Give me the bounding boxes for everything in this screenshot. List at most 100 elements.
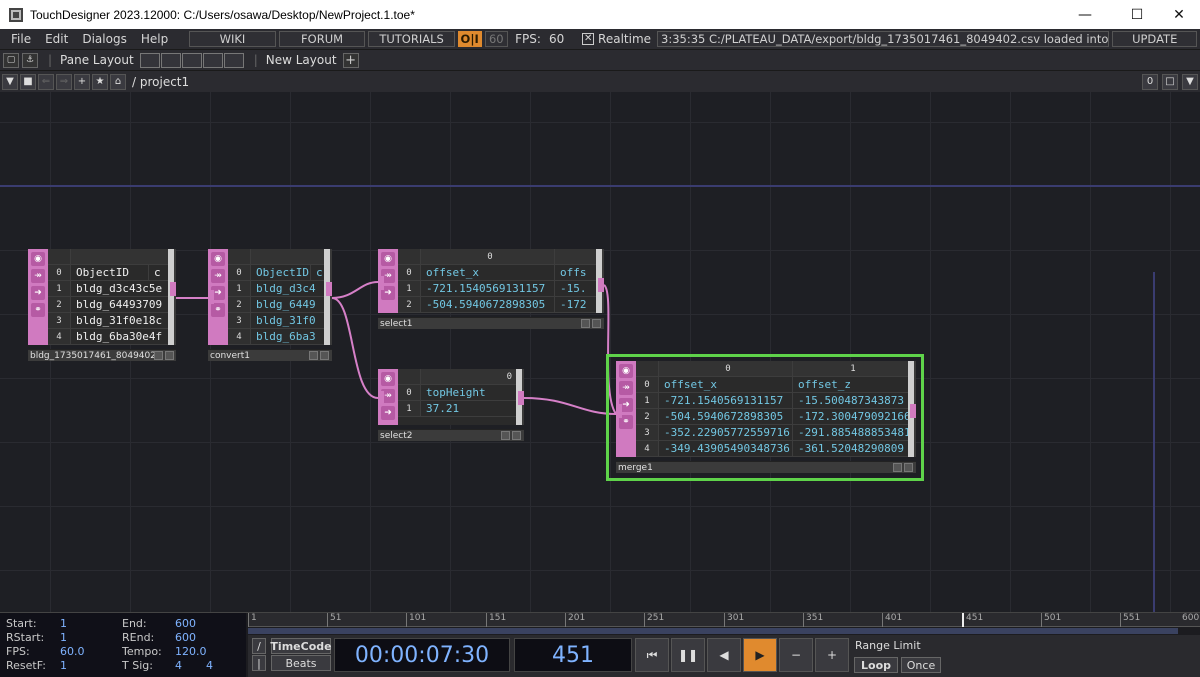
title-bar: TouchDesigner 2023.12000: C:/Users/osawa… — [0, 0, 1200, 29]
table-row: 1 37.21 — [398, 401, 516, 417]
view-icon[interactable]: ◉ — [31, 252, 45, 266]
node-source-label[interactable]: bldg_1735017461_8049402 — [28, 349, 176, 361]
rend-value[interactable]: 600 — [175, 631, 196, 644]
network-editor[interactable]: ◉ ↠ ➜ ⚭ 0 ObjectID c 1 bldg_d3c43c5e 2 bldg_644… — [0, 92, 1200, 612]
view-icon[interactable]: ◉ — [381, 252, 395, 266]
wiki-button[interactable]: WIKI — [189, 31, 276, 47]
bar-icon[interactable]: | — [252, 655, 266, 671]
resetf-value[interactable]: 1 — [60, 659, 67, 672]
plus-icon[interactable]: + — [815, 638, 849, 672]
table-row: 1 bldg_d3c4 — [228, 281, 324, 297]
add-layout-icon[interactable]: + — [342, 52, 359, 68]
menu-edit[interactable]: Edit — [38, 32, 75, 46]
loop-button[interactable]: Loop — [854, 657, 898, 673]
pane-menu-icon[interactable]: ▼ — [1182, 73, 1198, 90]
pane-image-icon[interactable]: ▢ — [3, 52, 19, 68]
ruler-tick: 351 — [803, 613, 823, 627]
play-icon[interactable]: ▶ — [743, 638, 777, 672]
layout-split-v-icon[interactable] — [160, 52, 181, 68]
range-bar[interactable] — [248, 628, 1178, 634]
chevron-down-icon[interactable]: ▼ — [2, 73, 18, 90]
add-icon[interactable]: + — [74, 73, 90, 90]
node-select2[interactable]: ◉ ↠ ➜ 0 0 topHeight 1 37.21 — [378, 369, 524, 425]
home-icon[interactable]: ⌂ — [110, 73, 126, 90]
timeline-ruler[interactable]: 1 51 101 151 201 251 301 351 401 451 501… — [248, 613, 1200, 627]
ruler-tick: 401 — [882, 613, 902, 627]
input-port[interactable] — [378, 391, 384, 405]
fps-value: 60 — [548, 32, 565, 46]
layout-single-icon[interactable] — [139, 52, 160, 68]
node-convert-label[interactable]: convert1 — [208, 349, 332, 361]
node-convert1[interactable]: ◉ ↠ ➜ ⚭ 0 ObjectID c 1 bldg_d3c4 2 bldg_6449 3b… — [208, 249, 332, 345]
step-back-icon[interactable]: ◀ — [707, 638, 741, 672]
end-value[interactable]: 600 — [175, 617, 196, 630]
tsig-value-b[interactable]: 4 — [206, 659, 213, 672]
rewind-icon[interactable]: ⏮ — [635, 638, 669, 672]
oi-button[interactable]: O|I — [457, 31, 482, 47]
minimize-icon[interactable]: — — [1062, 0, 1108, 29]
output-port[interactable] — [326, 282, 332, 296]
layout-three-icon[interactable] — [202, 52, 223, 68]
node-source-side: ◉ ↠ ➜ ⚭ — [28, 249, 48, 345]
output-port[interactable] — [170, 282, 176, 296]
view-icon[interactable]: ◉ — [211, 252, 225, 266]
view-icon[interactable]: ◉ — [381, 372, 395, 386]
minus-icon[interactable]: − — [779, 638, 813, 672]
arrow-icon[interactable]: ➜ — [31, 286, 45, 300]
node-select1-label[interactable]: select1 — [378, 317, 604, 329]
pane-maximize-icon[interactable]: □ — [1162, 73, 1178, 90]
menu-help[interactable]: Help — [134, 32, 175, 46]
node-select1[interactable]: ◉ ↠ ➜ 0 0 offset_x offs 1 -721.1540569131157-… — [378, 249, 604, 313]
playhead-tick[interactable]: 451 — [962, 613, 983, 627]
link-icon[interactable]: ⚭ — [31, 303, 45, 317]
graph-icon[interactable]: ↠ — [31, 269, 45, 283]
realtime-checkbox[interactable]: ✕ — [582, 33, 595, 45]
fps-stat-value[interactable]: 60.0 — [60, 645, 85, 658]
star-icon[interactable]: ★ — [92, 73, 108, 90]
table-row: 4 bldg_6ba30e4f — [48, 329, 168, 345]
input-port[interactable] — [378, 276, 384, 290]
tutorials-button[interactable]: TUTORIALS — [368, 31, 455, 47]
forward-icon[interactable]: ⇒ — [56, 73, 72, 90]
rstart-value[interactable]: 1 — [60, 631, 67, 644]
output-port[interactable] — [518, 391, 524, 405]
node-source-dat[interactable]: ◉ ↠ ➜ ⚭ 0 ObjectID c 1 bldg_d3c43c5e 2 bldg_644… — [28, 249, 176, 345]
link-icon[interactable]: ⚭ — [211, 303, 225, 317]
node-scrollbar[interactable] — [168, 249, 174, 345]
timecode-button[interactable]: TimeCode — [270, 638, 332, 654]
network-path[interactable]: / project1 — [132, 75, 189, 89]
layout-split-h-icon[interactable] — [181, 52, 202, 68]
node-scrollbar[interactable] — [324, 249, 330, 345]
node-select2-label[interactable]: select2 — [378, 429, 524, 441]
maximize-icon[interactable]: ☐ — [1114, 0, 1160, 29]
node-select1-table: 0 0 offset_x offs 1 -721.1540569131157 -15. … — [398, 249, 596, 313]
forum-button[interactable]: FORUM — [278, 31, 366, 47]
pane-anchor-icon[interactable]: ⚓ — [22, 52, 38, 68]
stop-icon[interactable]: ■ — [20, 73, 36, 90]
table-row: 2 bldg_64493709 — [48, 297, 168, 313]
once-button[interactable]: Once — [901, 657, 941, 673]
output-port[interactable] — [598, 278, 604, 292]
ruler-tick: 101 — [406, 613, 426, 627]
layout-quad-icon[interactable] — [223, 52, 244, 68]
menu-dialogs[interactable]: Dialogs — [75, 32, 133, 46]
slash-icon[interactable]: / — [252, 638, 266, 654]
app-icon — [9, 7, 23, 22]
update-button[interactable]: UPDATE — [1112, 31, 1197, 47]
tsig-value-a[interactable]: 4 — [175, 659, 182, 672]
beats-button[interactable]: Beats — [271, 655, 331, 671]
input-port[interactable] — [208, 290, 214, 304]
tempo-value[interactable]: 120.0 — [175, 645, 207, 658]
start-value[interactable]: 1 — [60, 617, 67, 630]
close-icon[interactable]: ✕ — [1156, 0, 1200, 29]
back-icon[interactable]: ⇐ — [38, 73, 54, 90]
table-header — [228, 249, 324, 265]
frame-display[interactable]: 451 — [514, 638, 632, 672]
graph-icon[interactable]: ↠ — [211, 269, 225, 283]
fps-toggle[interactable]: 60 — [484, 31, 509, 47]
pause-icon[interactable]: ❚❚ — [671, 638, 705, 672]
pane-toolbar: ▢ ⚓ | Pane Layout | New Layout + — [0, 49, 1200, 70]
arrow-icon[interactable]: ➜ — [381, 406, 395, 420]
timecode-display[interactable]: 00:00:07:30 — [334, 638, 510, 672]
menu-file[interactable]: File — [4, 32, 38, 46]
